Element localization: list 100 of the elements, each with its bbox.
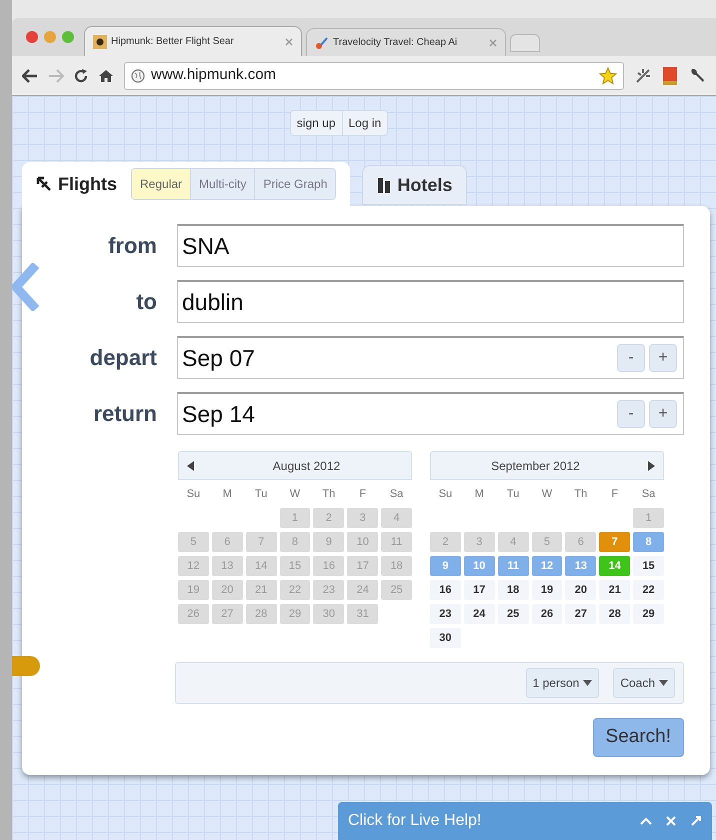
new-tab-button[interactable] bbox=[510, 34, 540, 52]
decrement-button[interactable]: - bbox=[617, 400, 645, 428]
calendar-day[interactable]: 25 bbox=[381, 580, 412, 600]
live-help-bar[interactable]: Click for Live Help! bbox=[338, 802, 712, 840]
calendar-day[interactable]: 13 bbox=[212, 556, 243, 576]
calendar-day[interactable]: 2 bbox=[430, 532, 461, 552]
calendar-day[interactable]: 9 bbox=[313, 532, 344, 552]
calendar-day[interactable]: 10 bbox=[464, 556, 495, 576]
calendar-day[interactable]: 14 bbox=[246, 556, 277, 576]
book-icon[interactable] bbox=[662, 66, 678, 86]
browser-tab[interactable]: Hipmunk: Better Flight Sear bbox=[84, 26, 302, 56]
calendar-day[interactable]: 22 bbox=[280, 580, 310, 600]
calendar-day[interactable]: 28 bbox=[599, 604, 630, 624]
sign-up-link[interactable]: sign up bbox=[290, 111, 342, 135]
close-tab-icon[interactable] bbox=[285, 38, 293, 46]
calendar-day[interactable]: 7 bbox=[599, 532, 630, 552]
calendar-day[interactable]: 31 bbox=[347, 604, 378, 624]
search-mode-tab[interactable]: Price Graph bbox=[254, 169, 336, 199]
increment-button[interactable]: + bbox=[649, 400, 677, 428]
chevron-left-icon[interactable] bbox=[12, 263, 40, 311]
calendar-day[interactable]: 25 bbox=[498, 604, 529, 624]
calendar-day[interactable]: 13 bbox=[565, 556, 596, 576]
calendar-day[interactable]: 7 bbox=[246, 532, 277, 552]
calendar-day[interactable]: 9 bbox=[430, 556, 461, 576]
zoom-window-button[interactable] bbox=[62, 31, 74, 43]
calendar-day[interactable]: 19 bbox=[178, 580, 209, 600]
text-field[interactable]: Sep 14 - + bbox=[177, 392, 684, 435]
calendar-day[interactable]: 17 bbox=[347, 556, 378, 576]
calendar-day[interactable]: 15 bbox=[280, 556, 310, 576]
calendar-day[interactable]: 24 bbox=[347, 580, 378, 600]
calendar-day[interactable]: 18 bbox=[498, 580, 529, 600]
close-window-button[interactable] bbox=[26, 31, 38, 43]
calendar-day[interactable]: 18 bbox=[381, 556, 412, 576]
address-bar[interactable]: www.hipmunk.com bbox=[124, 62, 624, 90]
dropdown[interactable]: Coach bbox=[613, 668, 675, 698]
calendar-day[interactable]: 6 bbox=[565, 532, 596, 552]
forward-icon[interactable] bbox=[48, 68, 64, 82]
calendar-day[interactable]: 30 bbox=[430, 628, 461, 648]
bookmark-star-icon[interactable] bbox=[599, 66, 617, 84]
calendar-day[interactable]: 4 bbox=[498, 532, 529, 552]
decrement-button[interactable]: - bbox=[617, 344, 645, 372]
calendar-day[interactable]: 11 bbox=[381, 532, 412, 552]
extension-icon[interactable] bbox=[634, 66, 652, 84]
dropdown[interactable]: 1 person bbox=[526, 668, 600, 698]
pop-out-icon[interactable] bbox=[690, 815, 702, 827]
calendar-day[interactable]: 28 bbox=[246, 604, 277, 624]
calendar-day[interactable]: 27 bbox=[212, 604, 243, 624]
search-mode-tab[interactable]: Regular bbox=[132, 169, 190, 199]
calendar-day[interactable]: 4 bbox=[381, 508, 412, 528]
text-field[interactable]: SNA bbox=[177, 224, 684, 267]
browser-tab[interactable]: Travelocity Travel: Cheap Ai bbox=[306, 28, 506, 56]
back-icon[interactable] bbox=[22, 68, 38, 82]
minimize-icon[interactable] bbox=[640, 816, 652, 826]
calendar-day[interactable]: 3 bbox=[347, 508, 378, 528]
calendar-day[interactable]: 2 bbox=[313, 508, 344, 528]
close-tab-icon[interactable] bbox=[489, 38, 497, 46]
calendar-day[interactable]: 29 bbox=[633, 604, 664, 624]
calendar-day[interactable]: 23 bbox=[313, 580, 344, 600]
flights-tab[interactable]: Flights bbox=[36, 170, 117, 198]
calendar-day[interactable]: 6 bbox=[212, 532, 243, 552]
calendar-day[interactable]: 11 bbox=[498, 556, 529, 576]
calendar-day[interactable]: 27 bbox=[565, 604, 596, 624]
close-icon[interactable] bbox=[666, 816, 676, 826]
calendar-day[interactable]: 8 bbox=[633, 532, 664, 552]
increment-button[interactable]: + bbox=[649, 344, 677, 372]
calendar-day[interactable]: 21 bbox=[599, 580, 630, 600]
calendar-day[interactable]: 12 bbox=[532, 556, 562, 576]
calendar-day[interactable]: 5 bbox=[178, 532, 209, 552]
calendar-day[interactable]: 16 bbox=[313, 556, 344, 576]
calendar-day[interactable]: 15 bbox=[633, 556, 664, 576]
calendar-day[interactable]: 17 bbox=[464, 580, 495, 600]
home-icon[interactable] bbox=[98, 68, 114, 82]
calendar-day[interactable]: 20 bbox=[565, 580, 596, 600]
calendar-day[interactable]: 19 bbox=[532, 580, 562, 600]
calendar-day[interactable]: 21 bbox=[246, 580, 277, 600]
log-in-link[interactable]: Log in bbox=[342, 111, 388, 135]
calendar-day[interactable]: 26 bbox=[532, 604, 562, 624]
calendar-day[interactable]: 5 bbox=[532, 532, 562, 552]
minimize-window-button[interactable] bbox=[44, 31, 56, 43]
calendar-day[interactable]: 26 bbox=[178, 604, 209, 624]
calendar-day[interactable]: 24 bbox=[464, 604, 495, 624]
next-month-icon[interactable] bbox=[648, 460, 655, 470]
calendar-day[interactable]: 3 bbox=[464, 532, 495, 552]
calendar-day[interactable]: 8 bbox=[280, 532, 310, 552]
text-field[interactable]: dublin bbox=[177, 280, 684, 323]
text-field[interactable]: Sep 07 - + bbox=[177, 336, 684, 379]
calendar-day[interactable]: 16 bbox=[430, 580, 461, 600]
calendar-day[interactable]: 29 bbox=[280, 604, 310, 624]
search-mode-tab[interactable]: Multi-city bbox=[190, 169, 254, 199]
calendar-day[interactable]: 1 bbox=[633, 508, 664, 528]
calendar-day[interactable]: 12 bbox=[178, 556, 209, 576]
side-tab[interactable] bbox=[12, 656, 40, 676]
calendar-day[interactable]: 22 bbox=[633, 580, 664, 600]
calendar-day[interactable]: 14 bbox=[599, 556, 630, 576]
calendar-day[interactable]: 30 bbox=[313, 604, 344, 624]
search-button[interactable]: Search! bbox=[592, 718, 684, 757]
previous-month-icon[interactable] bbox=[187, 460, 194, 470]
calendar-day[interactable]: 20 bbox=[212, 580, 243, 600]
calendar-day[interactable]: 23 bbox=[430, 604, 461, 624]
calendar-day[interactable]: 1 bbox=[280, 508, 310, 528]
